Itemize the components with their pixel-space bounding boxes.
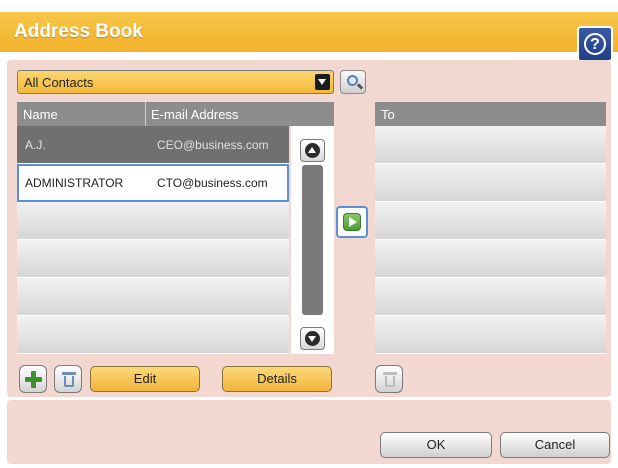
cancel-button[interactable]: Cancel [500, 432, 610, 458]
contact-name: ADMINISTRATOR [25, 176, 124, 190]
column-header-name[interactable]: Name [23, 107, 58, 122]
recipients-header: To [375, 102, 606, 126]
recipients-list [375, 126, 606, 354]
recipient-row[interactable] [375, 126, 606, 164]
add-to-recipients-button[interactable] [336, 206, 368, 238]
contact-email: CEO@business.com [157, 138, 269, 152]
ok-button[interactable]: OK [380, 432, 492, 458]
contact-filter-dropdown[interactable]: All Contacts [17, 70, 334, 94]
recipient-row[interactable] [375, 240, 606, 278]
column-header-email[interactable]: E-mail Address [151, 107, 238, 122]
help-icon: ? [584, 33, 606, 55]
recipient-row[interactable] [375, 278, 606, 316]
recipient-row[interactable] [375, 202, 606, 240]
remove-recipient-button[interactable] [375, 365, 403, 393]
contact-row[interactable]: ADMINISTRATOR CTO@business.com [17, 164, 289, 202]
chevron-down-icon [305, 331, 320, 346]
edit-button[interactable]: Edit [90, 366, 200, 392]
title-bar: Address Book ? [0, 12, 618, 62]
contact-row[interactable] [17, 240, 289, 278]
scroll-down-button[interactable] [300, 327, 325, 350]
trash-icon [383, 372, 397, 375]
add-contact-button[interactable] [19, 365, 47, 393]
contacts-list: A.J. CEO@business.com ADMINISTRATOR CTO@… [17, 126, 289, 354]
contact-filter-value: All Contacts [24, 75, 94, 90]
contact-row[interactable] [17, 316, 289, 354]
scrollbar-thumb[interactable] [302, 165, 323, 315]
details-button[interactable]: Details [222, 366, 332, 392]
chevron-up-icon [305, 143, 320, 158]
arrow-right-icon [343, 213, 361, 231]
contact-row[interactable]: A.J. CEO@business.com [17, 126, 289, 164]
scroll-up-button[interactable] [300, 139, 325, 162]
search-button[interactable] [340, 70, 366, 94]
contact-email: CTO@business.com [157, 176, 268, 190]
chevron-down-icon [315, 74, 330, 90]
page-title: Address Book [14, 21, 143, 42]
recipient-row[interactable] [375, 164, 606, 202]
contact-name: A.J. [25, 138, 46, 152]
contacts-header: Name E-mail Address [17, 102, 334, 126]
recipients-header-label: To [381, 107, 395, 122]
help-button[interactable]: ? [577, 26, 613, 62]
recipient-row[interactable] [375, 316, 606, 354]
trash-icon [62, 372, 76, 375]
delete-contact-button[interactable] [54, 365, 82, 393]
contact-row[interactable] [17, 202, 289, 240]
contact-row[interactable] [17, 278, 289, 316]
